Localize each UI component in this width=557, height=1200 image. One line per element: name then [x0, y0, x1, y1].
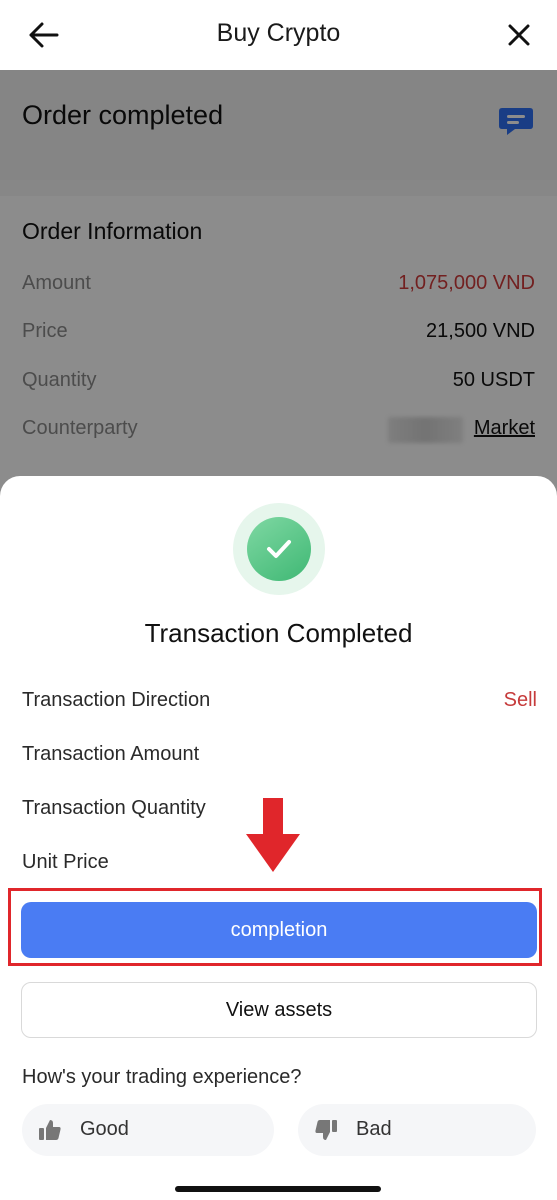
sheet-title: Transaction Completed: [144, 618, 413, 648]
transaction-completed-sheet: Transaction Completed Transaction Direct…: [0, 476, 557, 1200]
row-label: Transaction Amount: [22, 743, 200, 765]
row-label: Transaction Direction: [22, 689, 211, 711]
success-badge: [233, 503, 325, 595]
feedback-question: How's your trading experience?: [22, 1066, 302, 1088]
good-label: Good: [80, 1118, 129, 1140]
home-indicator[interactable]: [175, 1186, 381, 1192]
down-arrow-icon: [246, 798, 300, 874]
row-label: Transaction Quantity: [22, 797, 206, 819]
completion-button[interactable]: completion: [21, 902, 537, 958]
detail-row-amount: Transaction Amount: [22, 743, 537, 773]
feedback-good-button[interactable]: Good: [22, 1104, 274, 1156]
thumbs-up-icon: [38, 1118, 62, 1142]
row-label: Unit Price: [22, 851, 109, 873]
top-bar: Buy Crypto: [0, 0, 557, 70]
feedback-bad-button[interactable]: Bad: [298, 1104, 536, 1156]
check-icon: [247, 517, 311, 581]
page-title: Buy Crypto: [216, 19, 341, 47]
close-icon[interactable]: [505, 21, 533, 49]
thumbs-down-icon: [314, 1118, 338, 1142]
bad-label: Bad: [356, 1118, 392, 1140]
view-assets-button[interactable]: View assets: [21, 982, 537, 1038]
detail-row-direction: Transaction Direction Sell: [22, 689, 537, 719]
row-value: Sell: [503, 689, 537, 711]
